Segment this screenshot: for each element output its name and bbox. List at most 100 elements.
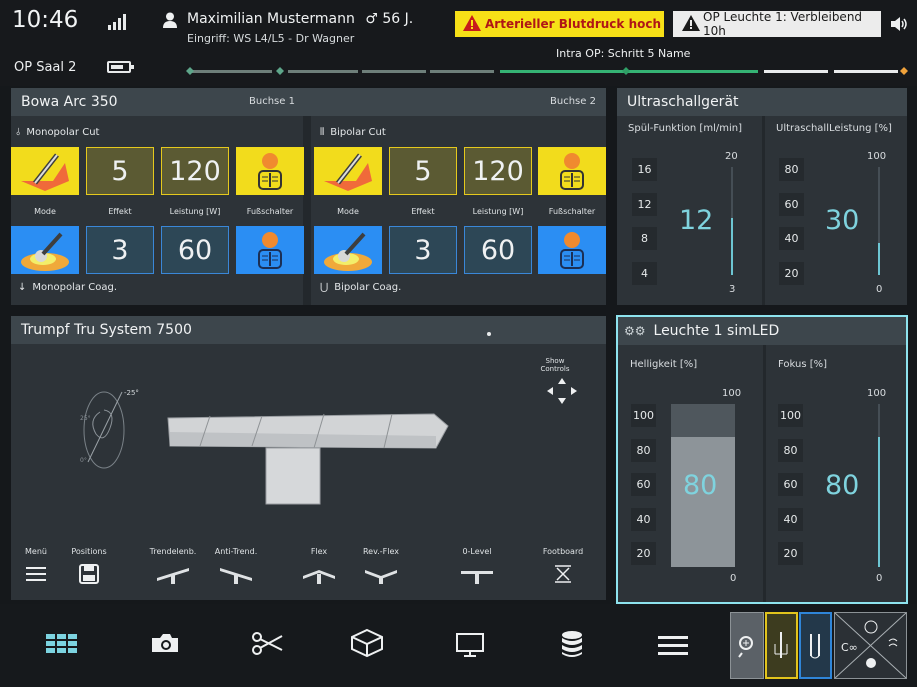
coag-mode-button-right[interactable] (314, 226, 382, 274)
brightness-scale-step[interactable]: 40 (631, 507, 656, 531)
coag-effect-left[interactable]: 3 (86, 226, 154, 274)
bipolar-icon: ⫴ (320, 127, 325, 138)
brightness-value[interactable]: 80 (683, 470, 717, 501)
focus-scale-step[interactable]: 100 (778, 404, 803, 427)
device-quickmenu[interactable]: C∞ (834, 612, 907, 679)
footswitch-icon (258, 153, 282, 190)
monitor-icon[interactable] (455, 632, 485, 658)
cut-mode-button-right[interactable] (314, 147, 382, 195)
rinse-min: 3 (729, 284, 736, 295)
or-table-model[interactable] (164, 408, 454, 508)
coag-mode-button-left[interactable] (11, 226, 79, 274)
brightness-scale-step[interactable]: 20 (631, 542, 656, 565)
patient-info: Maximilian Mustermann ♂ 56 J. (187, 11, 413, 27)
us-power-fill (878, 243, 880, 275)
svg-text:25°: 25° (80, 415, 91, 422)
focus-value[interactable]: 80 (825, 470, 859, 501)
coag-effect-right[interactable]: 3 (389, 226, 457, 274)
model-icon[interactable] (350, 628, 384, 658)
focus-scale-step[interactable]: 40 (778, 507, 803, 531)
table-header: Trumpf Tru System 7500 (11, 316, 606, 344)
rinse-scale-step[interactable]: 16 (632, 158, 657, 181)
cut-row-label-left: ⫰ Monopolar Cut (16, 127, 100, 138)
rinse-scale-step[interactable]: 8 (632, 227, 657, 250)
rinse-value[interactable]: 12 (679, 205, 713, 236)
brightness-scale-step[interactable]: 80 (631, 438, 656, 462)
patient-name: Maximilian Mustermann (187, 11, 355, 27)
reverse-flex-icon[interactable] (361, 562, 401, 586)
lamp-header: ⚙⚙ Leuchte 1 simLED (618, 317, 906, 345)
ultrasound-header: Ultraschallgerät (617, 88, 907, 116)
move-arrows-icon[interactable] (547, 378, 577, 404)
monopolar-icon: ↓ (18, 282, 27, 293)
warning-icon (463, 15, 481, 31)
us-power-value[interactable]: 30 (825, 205, 859, 236)
us-power-scale-step[interactable]: 20 (779, 261, 804, 285)
cut-footswitch-right[interactable] (538, 147, 606, 195)
cut-effect-left[interactable]: 5 (86, 147, 154, 195)
focus-scale-step[interactable]: 60 (778, 473, 803, 496)
footboard-icon[interactable] (543, 562, 583, 586)
cut-effect-right[interactable]: 5 (389, 147, 457, 195)
zero-level-icon[interactable] (457, 562, 497, 586)
focus-scale-step[interactable]: 20 (778, 542, 803, 565)
us-power-label: UltraschallLeistung [%] (776, 123, 892, 134)
brightness-scale-step[interactable]: 100 (631, 404, 656, 427)
scissors-icon[interactable] (250, 630, 284, 656)
flex-icon[interactable] (299, 562, 339, 586)
lamp-settings-icon: ⚙⚙ (624, 324, 646, 338)
lamp-divider (763, 345, 766, 602)
coag-power-right[interactable]: 60 (464, 226, 532, 274)
menu-icon[interactable] (16, 562, 56, 586)
effect-label-right: Effekt (411, 207, 435, 216)
cut-footswitch-left[interactable] (236, 147, 304, 195)
alarm-banner[interactable]: Arterieller Blutdruck hoch (455, 11, 664, 37)
coag-footswitch-left[interactable] (236, 226, 304, 274)
info-text: OP Leuchte 1: Verbleibend 10h (703, 10, 863, 38)
speaker-icon[interactable] (889, 15, 909, 33)
power-label-left: Leistung [W] (169, 207, 221, 216)
rinse-scale-step[interactable]: 4 (632, 261, 657, 285)
footswitch-icon (258, 232, 282, 269)
anti-trendelenburg-icon[interactable] (216, 562, 256, 586)
dashboard-icon[interactable] (46, 634, 78, 654)
tilt-indicator-icon: 25° 0° (80, 391, 125, 469)
alarm-text: Arterieller Blutdruck hoch (485, 17, 662, 31)
focus-scale-step[interactable]: 80 (778, 438, 803, 462)
camera-icon[interactable] (150, 630, 180, 656)
cut-power-right[interactable]: 120 (464, 147, 532, 195)
show-controls-label: Show Controls (540, 357, 570, 373)
tilt-angle-label: -25° (124, 389, 139, 397)
us-power-max: 100 (867, 151, 887, 162)
table-control-label: Footboard (542, 547, 584, 556)
table-control-label: Anti-Trend. (214, 547, 258, 556)
cut-mode-button-left[interactable] (11, 147, 79, 195)
brightness-scale-step[interactable]: 60 (631, 473, 656, 496)
zoom-button[interactable] (730, 612, 764, 679)
bipolar-shortcut[interactable] (799, 612, 832, 679)
us-power-scale-step[interactable]: 40 (779, 227, 804, 250)
zoom-icon (738, 636, 753, 658)
step-label: Intra OP: Schritt 5 Name (556, 47, 691, 60)
save-icon[interactable] (69, 562, 109, 586)
cut-row-label-right: ⫴ Bipolar Cut (320, 127, 386, 138)
menu-icon[interactable] (658, 636, 688, 656)
monopolar-icon (774, 632, 788, 658)
info-banner[interactable]: OP Leuchte 1: Verbleibend 10h (673, 10, 881, 38)
table-control-label: Rev.-Flex (362, 547, 399, 556)
us-power-scale-step[interactable]: 80 (779, 158, 804, 181)
monopolar-shortcut[interactable] (765, 612, 798, 679)
trendelenburg-icon[interactable] (153, 562, 193, 586)
coag-power-left[interactable]: 60 (161, 226, 229, 274)
focus-label: Fokus [%] (778, 359, 828, 370)
bowa-divider (303, 116, 311, 305)
database-icon[interactable] (560, 630, 584, 658)
lamp-title: Leuchte 1 simLED (653, 323, 780, 339)
coag-footswitch-right[interactable] (538, 226, 606, 274)
us-power-scale-step[interactable]: 60 (779, 192, 804, 216)
bipolar-icon: ⋃ (320, 282, 329, 293)
cut-power-left[interactable]: 120 (161, 147, 229, 195)
rinse-scale-step[interactable]: 12 (632, 192, 657, 216)
rinse-label: Spül-Funktion [ml/min] (628, 123, 742, 134)
coag-mode-icon (21, 232, 69, 271)
